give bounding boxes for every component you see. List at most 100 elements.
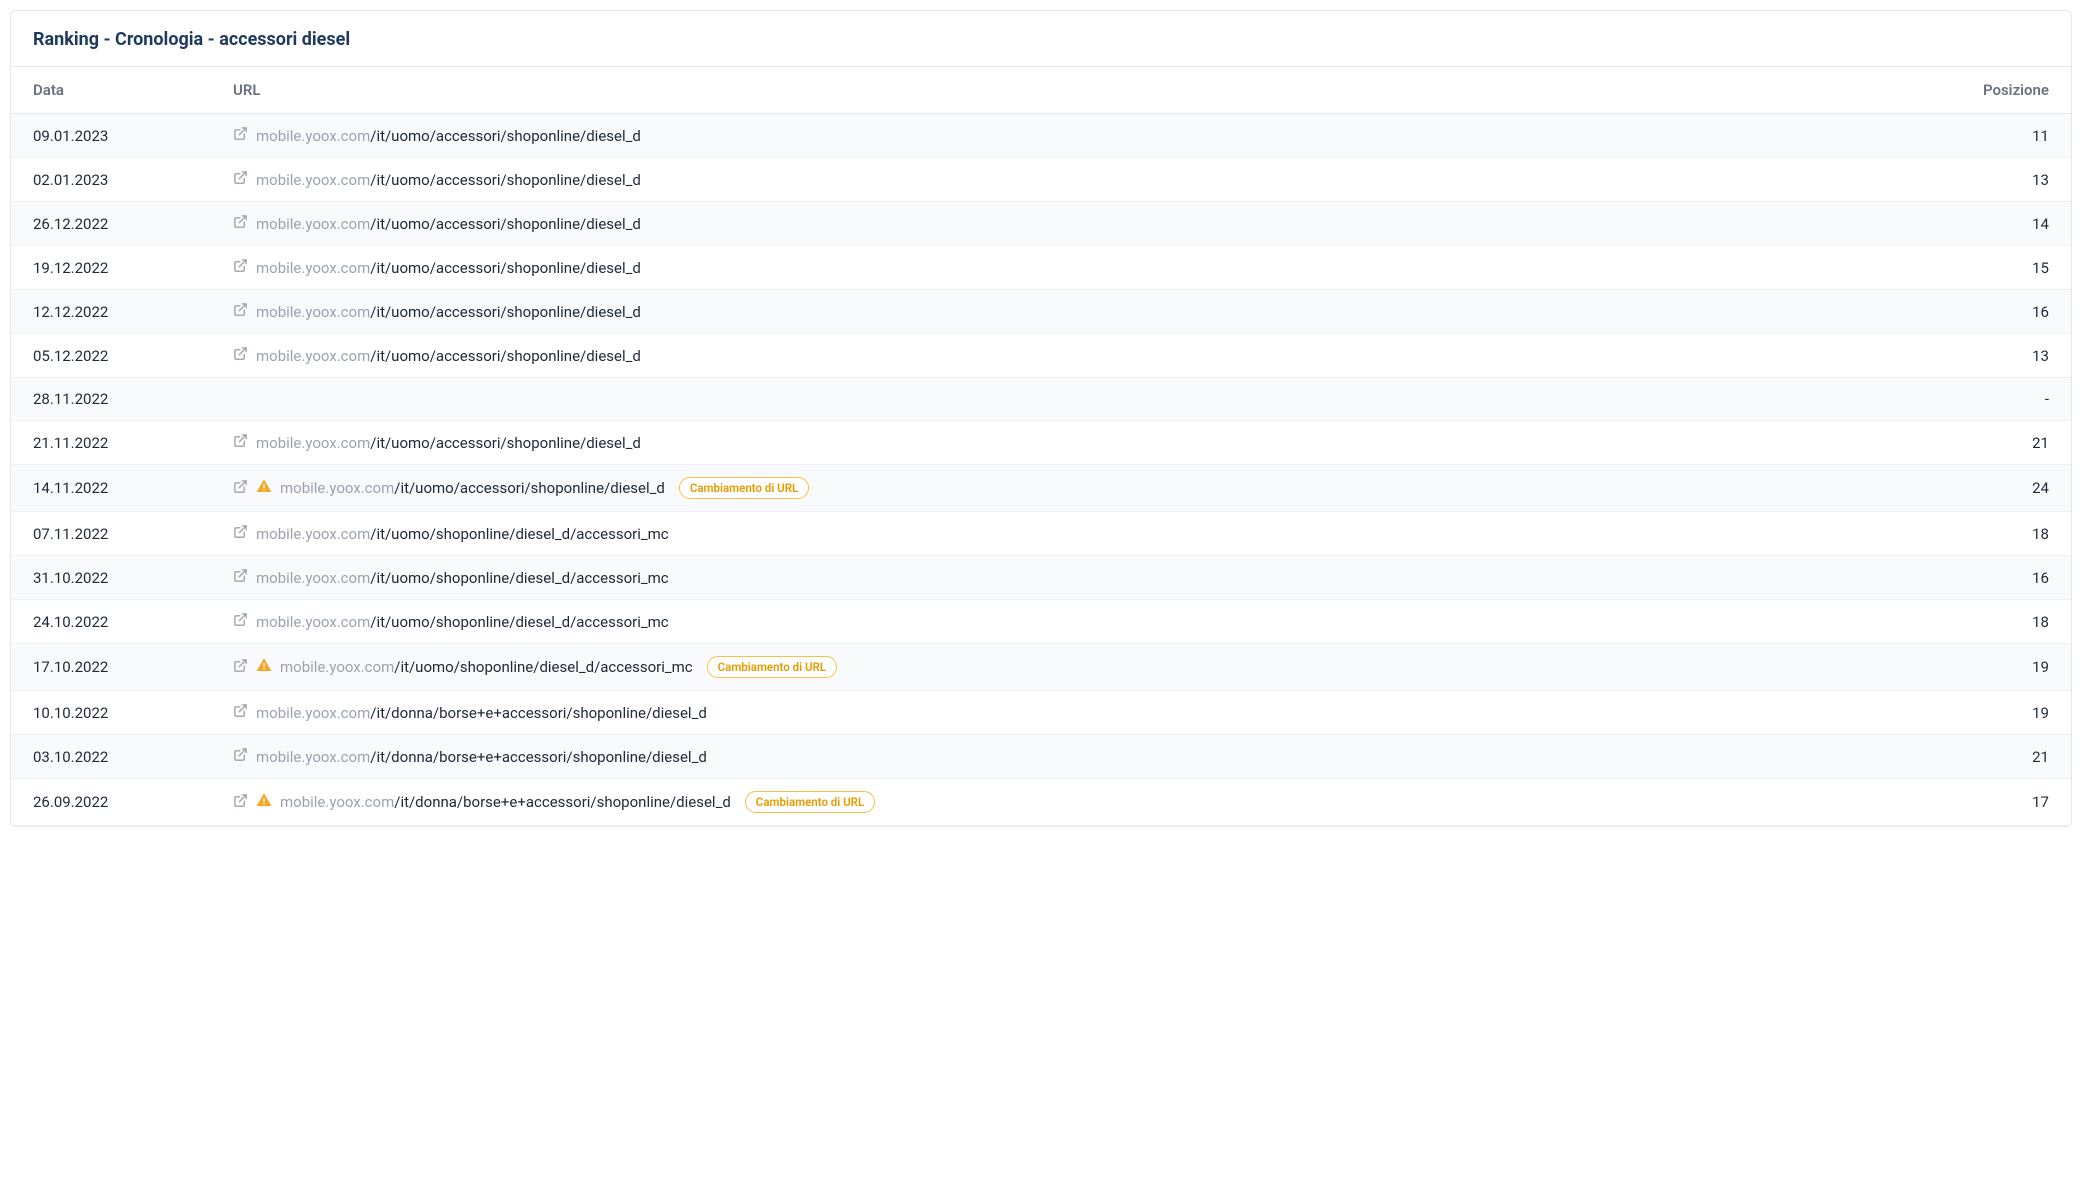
url-change-badge: Cambiamento di URL — [745, 791, 875, 813]
cell-url: mobile.yoox.com/it/uomo/shoponline/diese… — [211, 644, 1951, 691]
cell-position: 21 — [1951, 421, 2071, 465]
cell-date: 31.10.2022 — [11, 556, 211, 600]
url-link[interactable]: mobile.yoox.com/it/uomo/shoponline/diese… — [256, 525, 669, 543]
url-domain: mobile.yoox.com — [256, 613, 370, 631]
url-link[interactable]: mobile.yoox.com/it/uomo/accessori/shopon… — [256, 259, 641, 277]
cell-date: 10.10.2022 — [11, 691, 211, 735]
header-url[interactable]: URL — [211, 67, 1951, 114]
cell-position: 19 — [1951, 691, 2071, 735]
table-row: 05.12.2022mobile.yoox.com/it/uomo/access… — [11, 334, 2071, 378]
url-path: /it/donna/borse+e+accessori/shoponline/d… — [370, 704, 707, 722]
external-link-icon[interactable] — [233, 568, 248, 587]
cell-url: mobile.yoox.com/it/uomo/accessori/shopon… — [211, 158, 1951, 202]
url-domain: mobile.yoox.com — [280, 479, 394, 497]
cell-url: mobile.yoox.com/it/uomo/accessori/shopon… — [211, 290, 1951, 334]
table-row: 17.10.2022mobile.yoox.com/it/uomo/shopon… — [11, 644, 2071, 691]
url-domain: mobile.yoox.com — [256, 704, 370, 722]
url-link[interactable]: mobile.yoox.com/it/uomo/shoponline/diese… — [256, 569, 669, 587]
url-link[interactable]: mobile.yoox.com/it/uomo/shoponline/diese… — [280, 658, 693, 676]
url-path: /it/uomo/accessori/shoponline/diesel_d — [370, 347, 641, 365]
url-link[interactable]: mobile.yoox.com/it/donna/borse+e+accesso… — [280, 793, 731, 811]
url-link[interactable]: mobile.yoox.com/it/uomo/accessori/shopon… — [256, 171, 641, 189]
cell-url: mobile.yoox.com/it/uomo/shoponline/diese… — [211, 556, 1951, 600]
cell-date: 26.09.2022 — [11, 779, 211, 826]
url-path: /it/uomo/accessori/shoponline/diesel_d — [370, 171, 641, 189]
cell-position: 16 — [1951, 290, 2071, 334]
url-link[interactable]: mobile.yoox.com/it/donna/borse+e+accesso… — [256, 748, 707, 766]
cell-position: 24 — [1951, 465, 2071, 512]
external-link-icon[interactable] — [233, 524, 248, 543]
external-link-icon[interactable] — [233, 214, 248, 233]
cell-url: mobile.yoox.com/it/uomo/accessori/shopon… — [211, 465, 1951, 512]
cell-url: mobile.yoox.com/it/uomo/accessori/shopon… — [211, 114, 1951, 158]
url-link[interactable]: mobile.yoox.com/it/uomo/accessori/shopon… — [256, 303, 641, 321]
url-path: /it/uomo/shoponline/diesel_d/accessori_m… — [370, 569, 668, 587]
url-wrap: mobile.yoox.com/it/uomo/accessori/shopon… — [233, 170, 641, 189]
external-link-icon[interactable] — [233, 170, 248, 189]
url-domain: mobile.yoox.com — [256, 748, 370, 766]
external-link-icon[interactable] — [233, 302, 248, 321]
url-domain: mobile.yoox.com — [256, 569, 370, 587]
cell-position: 18 — [1951, 512, 2071, 556]
url-path: /it/uomo/shoponline/diesel_d/accessori_m… — [394, 658, 692, 676]
url-link[interactable]: mobile.yoox.com/it/uomo/accessori/shopon… — [256, 127, 641, 145]
table-row: 26.09.2022 mobile.yoox.com/it/donna/borse… — [11, 779, 2071, 826]
url-link[interactable]: mobile.yoox.com/it/uomo/accessori/shopon… — [256, 215, 641, 233]
warning-icon — [256, 478, 272, 498]
table-row: 14.11.2022 mobile.yoox.com/it/uomo/access… — [11, 465, 2071, 512]
cell-date: 28.11.2022 — [11, 378, 211, 421]
table-row: 19.12.2022mobile.yoox.com/it/uomo/access… — [11, 246, 2071, 290]
cell-url: mobile.yoox.com/it/uomo/accessori/shopon… — [211, 202, 1951, 246]
table-row: 07.11.2022mobile.yoox.com/it/uomo/shopon… — [11, 512, 2071, 556]
url-path: /it/donna/borse+e+accessori/shoponline/d… — [370, 748, 707, 766]
external-link-icon[interactable] — [233, 433, 248, 452]
url-domain: mobile.yoox.com — [256, 303, 370, 321]
external-link-icon[interactable] — [233, 126, 248, 145]
cell-url: mobile.yoox.com/it/donna/borse+e+accesso… — [211, 735, 1951, 779]
cell-position: 11 — [1951, 114, 2071, 158]
external-link-icon[interactable] — [233, 703, 248, 722]
url-link[interactable]: mobile.yoox.com/it/uomo/shoponline/diese… — [256, 613, 669, 631]
external-link-icon[interactable] — [233, 793, 248, 812]
panel-title: Ranking - Cronologia - accessori diesel — [11, 11, 2071, 66]
url-wrap: mobile.yoox.com/it/donna/borse+e+accesso… — [233, 703, 707, 722]
external-link-icon[interactable] — [233, 479, 248, 498]
url-domain: mobile.yoox.com — [256, 215, 370, 233]
url-wrap: mobile.yoox.com/it/uomo/shoponline/diese… — [233, 656, 837, 678]
url-wrap: mobile.yoox.com/it/uomo/shoponline/diese… — [233, 524, 669, 543]
cell-position: 19 — [1951, 644, 2071, 691]
url-link[interactable]: mobile.yoox.com/it/uomo/accessori/shopon… — [256, 347, 641, 365]
url-domain: mobile.yoox.com — [256, 259, 370, 277]
cell-date: 24.10.2022 — [11, 600, 211, 644]
url-path: /it/uomo/accessori/shoponline/diesel_d — [370, 303, 641, 321]
url-path: /it/uomo/accessori/shoponline/diesel_d — [370, 434, 641, 452]
cell-date: 02.01.2023 — [11, 158, 211, 202]
cell-date: 21.11.2022 — [11, 421, 211, 465]
external-link-icon[interactable] — [233, 258, 248, 277]
cell-date: 14.11.2022 — [11, 465, 211, 512]
cell-url: mobile.yoox.com/it/uomo/shoponline/diese… — [211, 512, 1951, 556]
url-domain: mobile.yoox.com — [256, 127, 370, 145]
url-link[interactable]: mobile.yoox.com/it/uomo/accessori/shopon… — [280, 479, 665, 497]
table-row: 26.12.2022mobile.yoox.com/it/uomo/access… — [11, 202, 2071, 246]
table-row: 24.10.2022 mobile.yoox.com/it/uomo/shopon… — [11, 600, 2071, 644]
table-row: 21.11.2022 mobile.yoox.com/it/uomo/access… — [11, 421, 2071, 465]
url-link[interactable]: mobile.yoox.com/it/uomo/accessori/shopon… — [256, 434, 641, 452]
external-link-icon[interactable] — [233, 612, 248, 631]
external-link-icon[interactable] — [233, 747, 248, 766]
cell-position: 13 — [1951, 158, 2071, 202]
table-row: 02.01.2023 mobile.yoox.com/it/uomo/access… — [11, 158, 2071, 202]
warning-icon — [256, 792, 272, 812]
url-wrap: mobile.yoox.com/it/uomo/accessori/shopon… — [233, 477, 809, 499]
url-path: /it/uomo/accessori/shoponline/diesel_d — [394, 479, 665, 497]
cell-position: 13 — [1951, 334, 2071, 378]
cell-date: 12.12.2022 — [11, 290, 211, 334]
url-link[interactable]: mobile.yoox.com/it/donna/borse+e+accesso… — [256, 704, 707, 722]
warning-icon — [256, 657, 272, 677]
external-link-icon[interactable] — [233, 346, 248, 365]
table-row: 28.11.2022- — [11, 378, 2071, 421]
table-header-row: Data URL Posizione — [11, 67, 2071, 114]
header-date[interactable]: Data — [11, 67, 211, 114]
header-position[interactable]: Posizione — [1951, 67, 2071, 114]
external-link-icon[interactable] — [233, 658, 248, 677]
